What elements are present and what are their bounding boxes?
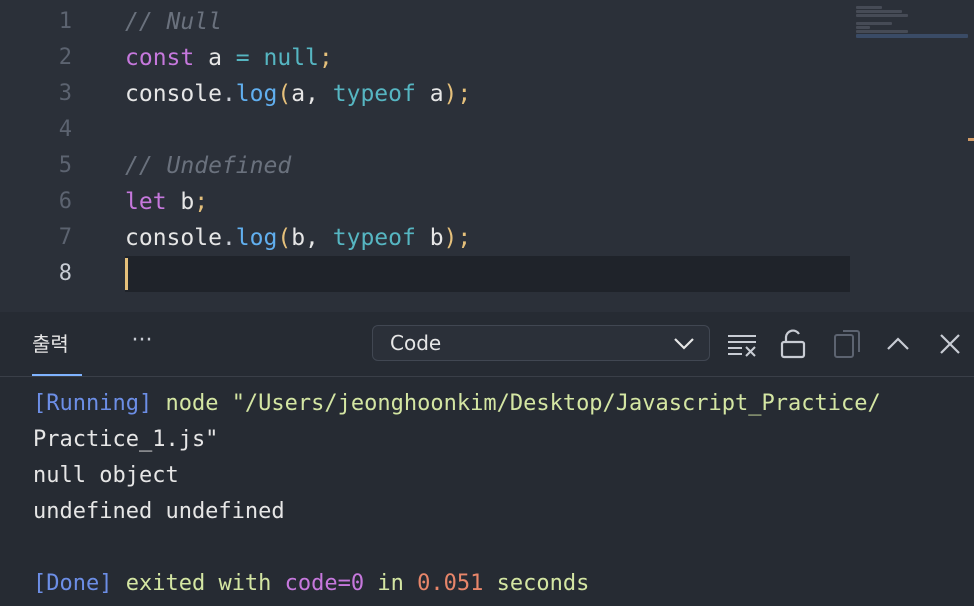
output-line: null object: [33, 463, 179, 488]
code-token: console: [125, 81, 222, 107]
chevron-down-icon: [674, 338, 694, 350]
done-tag: [Done]: [33, 571, 113, 596]
output-log[interactable]: [Running] node "/Users/jeonghoonkim/Desk…: [33, 386, 963, 602]
code-token: .: [221, 81, 236, 107]
code-token: a,: [291, 81, 333, 107]
code-token: (: [277, 81, 292, 107]
code-token: const: [125, 45, 195, 71]
clear-output-icon[interactable]: [726, 328, 758, 360]
code-token: ): [443, 81, 458, 107]
code-line[interactable]: let b;: [125, 184, 850, 220]
line-number: 1: [58, 9, 72, 34]
panel-header: 출력 ··· Code: [0, 312, 974, 377]
active-tab-indicator: [32, 374, 82, 376]
line-number-gutter: 1 2 3 4 5 6 7 8: [0, 4, 100, 292]
tab-output[interactable]: 출력: [32, 326, 69, 374]
copy-icon[interactable]: [831, 328, 863, 360]
code-token: // Null: [125, 9, 222, 35]
code-token: ;: [457, 225, 472, 251]
scrollbar-marker: [968, 138, 974, 141]
code-token: a: [415, 81, 444, 107]
code-token: ): [443, 225, 458, 251]
code-token: typeof: [332, 81, 416, 107]
code-line[interactable]: [125, 256, 850, 292]
code-token: log: [235, 225, 278, 251]
elapsed-time: 0.051: [417, 571, 484, 596]
code-token: =: [235, 45, 250, 71]
more-actions-button[interactable]: ···: [124, 326, 160, 362]
chevron-up-icon[interactable]: [882, 328, 914, 360]
close-icon[interactable]: [934, 328, 966, 360]
output-line-blank: [33, 530, 963, 566]
code-line[interactable]: [125, 112, 850, 148]
output-line-done: [Done] exited with code=0 in 0.051 secon…: [33, 571, 590, 596]
exit-code: code=0: [284, 571, 365, 596]
code-token: ;: [457, 81, 472, 107]
code-token: a: [194, 45, 236, 71]
code-token: log: [235, 81, 278, 107]
code-editor[interactable]: 12345678 // Null const a = null; console.l…: [0, 0, 974, 312]
code-line[interactable]: // Null: [125, 4, 850, 40]
code-token: // Undefined: [125, 153, 292, 179]
code-token: typeof: [332, 225, 416, 251]
code-token: b: [166, 189, 195, 215]
minimap[interactable]: [856, 6, 968, 38]
line-number: 6: [58, 189, 72, 214]
unlock-icon[interactable]: [778, 328, 810, 360]
line-number: 8: [58, 261, 72, 286]
line-number: 3: [58, 81, 72, 106]
code-line[interactable]: // Undefined: [125, 148, 850, 184]
code-token: null: [263, 45, 319, 71]
output-line-running: [Running] node "/Users/jeonghoonkim/Desk…: [33, 386, 963, 422]
code-line[interactable]: console.log(a, typeof a);: [125, 76, 850, 112]
line-number: 4: [58, 117, 72, 142]
text-cursor: [125, 258, 128, 290]
code-token: ;: [318, 45, 333, 71]
output-channel-value: Code: [390, 331, 442, 355]
code-token: b: [415, 225, 444, 251]
code-token: (: [277, 225, 292, 251]
line-number: 2: [58, 45, 72, 70]
output-line: undefined undefined: [33, 499, 285, 524]
code-line[interactable]: const a = null;: [125, 40, 850, 76]
code-token: ;: [194, 189, 209, 215]
line-number: 7: [58, 225, 72, 250]
output-line-path: Practice_1.js": [33, 427, 219, 452]
output-channel-select[interactable]: Code: [372, 325, 710, 361]
code-token: let: [125, 189, 167, 215]
code-token: console: [125, 225, 222, 251]
code-token: .: [221, 225, 236, 251]
code-token: b,: [291, 225, 333, 251]
code-area[interactable]: // Null const a = null; console.log(a, typ…: [125, 4, 850, 292]
line-number: 5: [58, 153, 72, 178]
running-tag: [Running]: [33, 391, 153, 416]
run-command: node "/Users/jeonghoonkim/Desktop/Javasc…: [152, 391, 881, 416]
code-line[interactable]: console.log(b, typeof b);: [125, 220, 850, 256]
